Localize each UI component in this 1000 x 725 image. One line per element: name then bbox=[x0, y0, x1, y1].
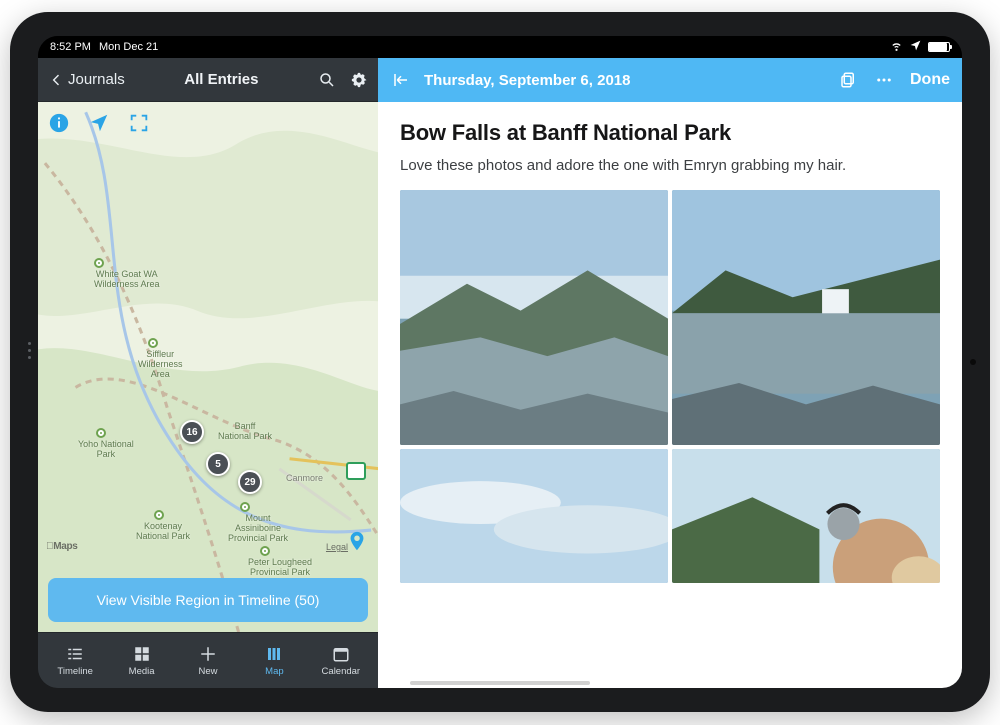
plus-icon bbox=[198, 644, 218, 664]
map-label: White Goat WAWilderness Area bbox=[94, 270, 160, 290]
view-region-button[interactable]: View Visible Region in Timeline (50) bbox=[48, 578, 368, 622]
sidebar-header: Journals All Entries bbox=[38, 58, 378, 102]
entry-body[interactable]: Bow Falls at Banff National Park Love th… bbox=[378, 102, 962, 688]
map-label: KootenayNational Park bbox=[136, 522, 190, 542]
back-label: Journals bbox=[68, 71, 125, 88]
map-cluster-pin[interactable]: 16 bbox=[180, 420, 204, 444]
scroll-indicator bbox=[410, 681, 590, 685]
info-icon[interactable] bbox=[48, 112, 70, 134]
copy-icon[interactable] bbox=[838, 70, 858, 90]
tab-media[interactable]: Media bbox=[108, 644, 174, 677]
map-icon bbox=[264, 644, 284, 664]
map-label: Yoho NationalPark bbox=[78, 440, 134, 460]
status-date: Mon Dec 21 bbox=[99, 41, 158, 53]
park-marker bbox=[260, 546, 270, 556]
tab-timeline[interactable]: Timeline bbox=[42, 644, 108, 677]
entry-photo[interactable] bbox=[400, 449, 668, 583]
sidebar-pane: Journals All Entries bbox=[38, 58, 378, 688]
entry-back-icon[interactable] bbox=[390, 69, 412, 91]
map-label: BanffNational Park bbox=[218, 422, 272, 442]
map-terrain bbox=[38, 102, 378, 632]
wifi-icon bbox=[890, 39, 903, 55]
entry-photo[interactable] bbox=[672, 449, 940, 583]
search-icon[interactable] bbox=[318, 71, 336, 89]
more-icon[interactable] bbox=[874, 70, 894, 90]
park-marker bbox=[94, 258, 104, 268]
gear-icon[interactable] bbox=[350, 71, 368, 89]
back-button[interactable]: Journals bbox=[48, 71, 125, 88]
calendar-icon bbox=[331, 644, 351, 664]
park-marker bbox=[148, 338, 158, 348]
entry-date: Thursday, September 6, 2018 bbox=[424, 72, 826, 89]
entry-photo[interactable] bbox=[400, 190, 668, 445]
media-icon bbox=[132, 644, 152, 664]
sidebar-title: All Entries bbox=[184, 71, 258, 88]
tab-calendar[interactable]: Calendar bbox=[308, 644, 374, 677]
maps-attribution: Maps bbox=[46, 541, 78, 552]
locate-icon[interactable] bbox=[88, 112, 110, 134]
tab-map[interactable]: Map bbox=[241, 644, 307, 677]
tab-new[interactable]: New bbox=[175, 644, 241, 677]
map-label: Canmore bbox=[286, 474, 323, 484]
route-marker bbox=[346, 462, 366, 480]
status-time: 8:52 PM bbox=[50, 41, 91, 53]
park-marker bbox=[154, 510, 164, 520]
map-label: Peter LougheedProvincial Park bbox=[248, 558, 312, 578]
entry-photo[interactable] bbox=[672, 190, 940, 445]
timeline-icon bbox=[65, 644, 85, 664]
map-label: SiffleurWildernessArea bbox=[138, 350, 183, 380]
entry-pane: Thursday, September 6, 2018 Done bbox=[378, 58, 962, 688]
park-marker bbox=[240, 502, 250, 512]
map-cluster-pin[interactable]: 5 bbox=[206, 452, 230, 476]
expand-icon[interactable] bbox=[128, 112, 150, 134]
battery-icon bbox=[928, 42, 950, 52]
status-bar: 8:52 PM Mon Dec 21 bbox=[38, 36, 962, 58]
entry-header: Thursday, September 6, 2018 Done bbox=[378, 58, 962, 102]
done-button[interactable]: Done bbox=[910, 71, 950, 89]
maps-legal-link[interactable]: Legal bbox=[326, 542, 348, 552]
map-cluster-pin[interactable]: 29 bbox=[238, 470, 262, 494]
location-icon bbox=[909, 39, 922, 55]
bottom-tab-bar: Timeline Media New bbox=[38, 632, 378, 688]
entry-text: Love these photos and adore the one with… bbox=[400, 156, 940, 176]
map-view[interactable]: 16 5 29 White Goat WAWilderness Area Sif… bbox=[38, 102, 378, 632]
entry-title: Bow Falls at Banff National Park bbox=[400, 120, 940, 146]
drop-pin-icon[interactable] bbox=[346, 528, 368, 554]
photo-grid bbox=[400, 190, 940, 583]
map-label: MountAssiniboineProvincial Park bbox=[228, 514, 288, 544]
park-marker bbox=[96, 428, 106, 438]
